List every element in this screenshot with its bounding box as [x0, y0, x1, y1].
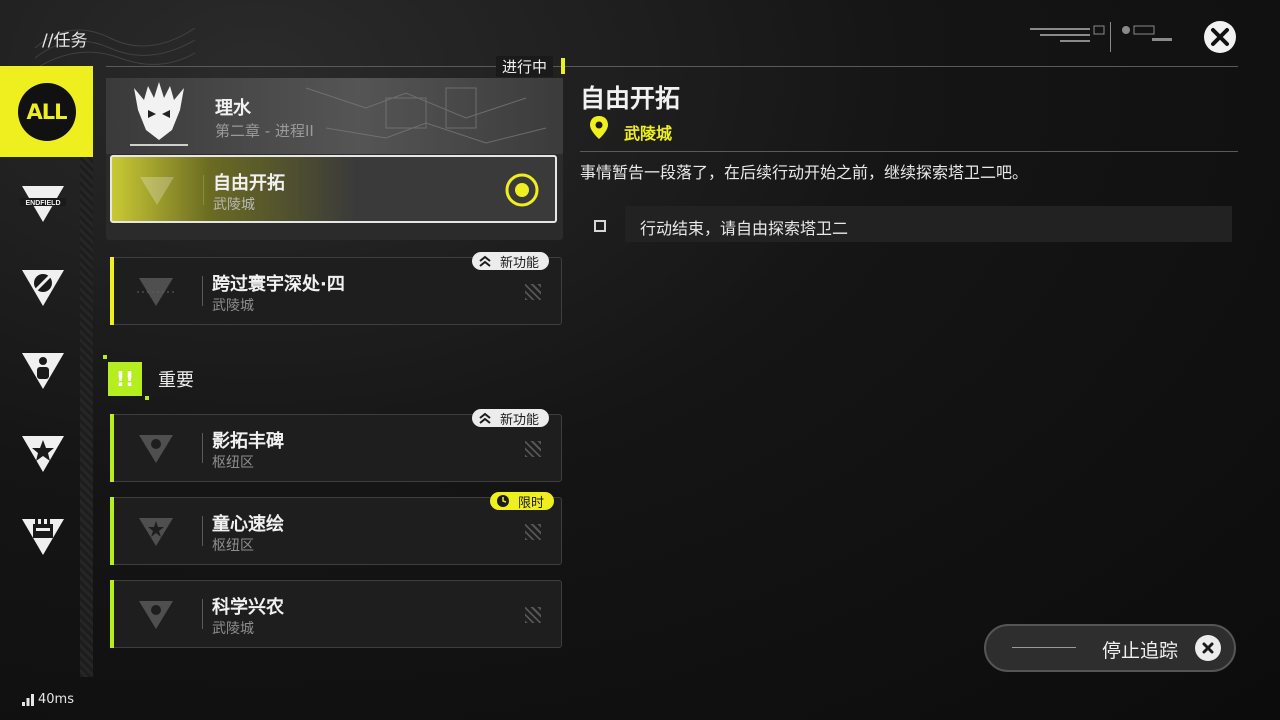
limited-time-badge: 限时 [490, 492, 555, 511]
detail-location: 武陵城 [624, 124, 673, 143]
signal-icon [22, 693, 34, 706]
quest-type-icon [139, 518, 173, 546]
quest-type-icon [137, 278, 175, 306]
important-section-icon: !! [108, 362, 142, 396]
close-button[interactable] [1204, 21, 1236, 53]
quest-group-subtitle: 第二章 - 进程II [215, 122, 314, 140]
badge-label: 新功能 [500, 412, 540, 428]
quest-name: 跨过寰宇深处·四 [212, 274, 345, 295]
quest-location: 枢纽区 [212, 455, 254, 471]
quest-type-icon [140, 177, 174, 205]
quest-accent [110, 497, 114, 565]
section-title-important: 重要 [158, 370, 194, 391]
clock-icon [497, 495, 509, 507]
sidebar-item-all[interactable]: ALL [0, 66, 93, 157]
hud-decoration [1030, 22, 1172, 52]
in-progress-label: 进行中 [496, 56, 554, 77]
chevron-up-icon [479, 255, 491, 267]
stop-tracking-line [1012, 647, 1076, 648]
faction-emblem-icon [130, 82, 188, 146]
corner-mark [103, 355, 107, 359]
detail-title: 自由开拓 [580, 84, 681, 113]
svg-text:ENDFIELD: ENDFIELD [26, 200, 61, 207]
quest-type-icon [139, 601, 173, 629]
badge-label: 限时 [518, 495, 545, 511]
objective-text: 行动结束，请自由探索塔卫二 [640, 219, 849, 238]
tracking-target-icon [505, 173, 539, 207]
close-icon [1211, 28, 1229, 46]
sidebar-rail [80, 157, 93, 677]
all-icon: ALL [17, 82, 76, 141]
objective-checkbox [594, 220, 606, 232]
hatch-decoration [525, 524, 541, 540]
hatch-decoration [525, 441, 541, 457]
detail-divider [580, 151, 1238, 152]
chevron-up-icon [479, 412, 491, 424]
corner-mark [145, 396, 149, 400]
location-pin-icon [590, 116, 608, 139]
quest-location: 武陵城 [213, 197, 255, 213]
hatch-decoration [525, 607, 541, 623]
quest-name: 自由开拓 [213, 173, 285, 194]
quest-name: 影拓丰碑 [212, 431, 284, 452]
quest-type-icon [139, 435, 173, 463]
quest-group-title: 理水 [215, 98, 251, 119]
page-title: //任务 [42, 31, 88, 51]
quest-accent [110, 414, 114, 482]
close-icon [1195, 635, 1221, 661]
hatch-decoration [525, 284, 541, 300]
sidebar-item-endfield[interactable]: ENDFIELD [20, 182, 66, 228]
quest-accent [110, 257, 114, 325]
quest-location: 武陵城 [212, 298, 254, 314]
quest-card-selected[interactable]: 自由开拓 武陵城 [110, 155, 557, 223]
sidebar-item-star[interactable] [20, 432, 66, 478]
stop-tracking-label: 停止追踪 [1102, 640, 1179, 662]
sidebar-item-person[interactable] [20, 349, 66, 395]
new-feature-badge: 新功能 [472, 252, 550, 271]
quest-name: 科学兴农 [212, 597, 284, 618]
badge-label: 新功能 [500, 255, 540, 271]
sidebar-item-box[interactable] [20, 515, 66, 561]
new-feature-badge: 新功能 [472, 409, 550, 428]
quest-card[interactable]: 科学兴农 武陵城 [110, 580, 562, 648]
detail-description: 事情暂告一段落了，在后续行动开始之前，继续探索塔卫二吧。 [580, 163, 1029, 182]
header-divider [106, 66, 1238, 67]
ping-value: 40ms [38, 692, 74, 707]
quest-location: 武陵城 [212, 621, 254, 637]
sidebar-item-pen[interactable] [20, 266, 66, 312]
in-progress-marker [561, 58, 565, 74]
quest-name: 童心速绘 [212, 514, 284, 535]
network-status: 40ms [22, 692, 74, 707]
quest-accent [110, 580, 114, 648]
quest-location: 枢纽区 [212, 538, 254, 554]
